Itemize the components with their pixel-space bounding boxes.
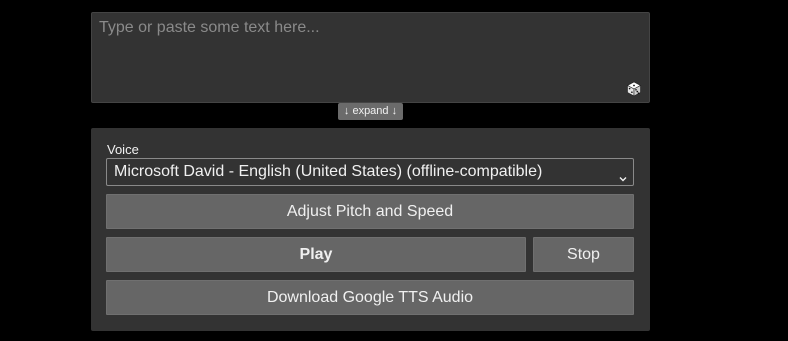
page: ↓ expand ↓ Voice Microsoft David - Engli… [0, 0, 788, 341]
tts-controls-panel: Voice Microsoft David - English (United … [91, 128, 650, 331]
text-input-container [91, 12, 650, 103]
voice-select[interactable]: Microsoft David - English (United States… [106, 158, 634, 186]
voice-label: Voice [107, 142, 139, 157]
chevron-down-icon [618, 167, 628, 182]
download-audio-button[interactable]: Download Google TTS Audio [106, 280, 634, 315]
text-input[interactable] [92, 13, 649, 102]
dice-icon[interactable] [626, 81, 642, 97]
expand-button[interactable]: ↓ expand ↓ [338, 103, 403, 120]
stop-button[interactable]: Stop [533, 237, 634, 272]
adjust-pitch-speed-button[interactable]: Adjust Pitch and Speed [106, 194, 634, 229]
voice-selected-value: Microsoft David - English (United States… [114, 163, 543, 180]
play-button[interactable]: Play [106, 237, 526, 272]
